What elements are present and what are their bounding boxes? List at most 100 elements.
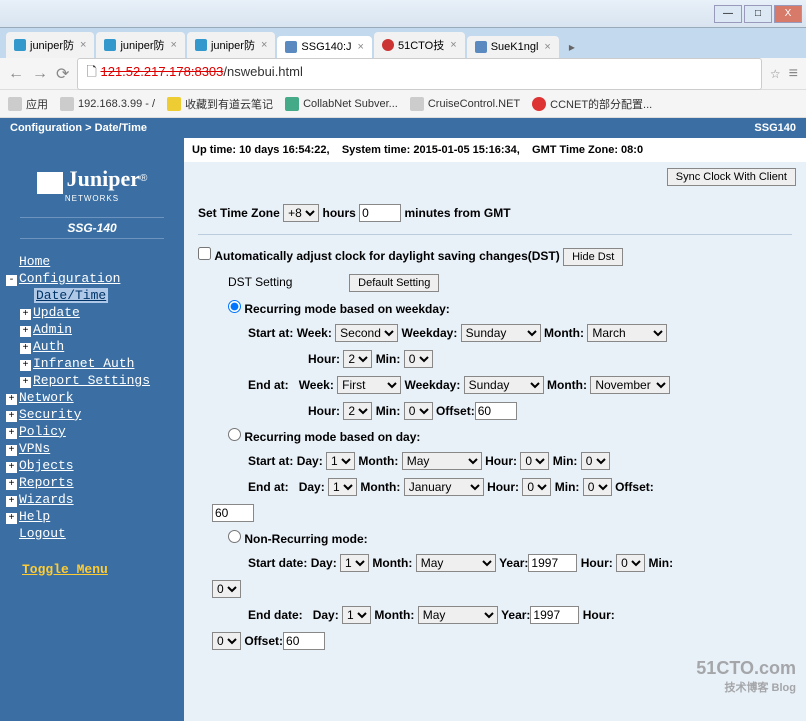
nav-infranet[interactable]: Infranet Auth — [33, 356, 134, 371]
tz-hours-select[interactable]: +8 — [283, 204, 319, 222]
toggle-menu-link[interactable]: Toggle Menu — [22, 562, 108, 577]
default-setting-button[interactable] — [349, 274, 439, 292]
non-start-day[interactable]: 1 — [340, 554, 369, 572]
tab-juniper-1[interactable]: juniper防× — [6, 32, 94, 58]
window-maximize[interactable]: □ — [744, 5, 772, 23]
expand-icon[interactable]: + — [6, 496, 17, 507]
back-button[interactable]: ← — [8, 65, 24, 83]
offset-input[interactable] — [475, 402, 517, 420]
window-close[interactable]: X — [774, 5, 802, 23]
bookmark-cruise[interactable]: CruiseControl.NET — [410, 97, 520, 111]
nav-policy[interactable]: Policy — [19, 424, 66, 439]
sync-clock-button[interactable] — [667, 168, 796, 186]
apps-button[interactable]: 应用 — [8, 96, 48, 112]
start-min-select[interactable]: 0 — [404, 350, 433, 368]
tab-ssg140[interactable]: SSG140:J× — [277, 36, 372, 58]
expand-icon[interactable]: + — [6, 445, 17, 456]
close-icon[interactable]: × — [171, 39, 177, 51]
nav-reports[interactable]: Reports — [19, 475, 74, 490]
non-start-hour[interactable]: 0 — [616, 554, 645, 572]
non-end-year[interactable] — [530, 606, 579, 624]
nav-vpns[interactable]: VPNs — [19, 441, 50, 456]
nav-help[interactable]: Help — [19, 509, 50, 524]
non-offset-input[interactable] — [283, 632, 325, 650]
close-icon[interactable]: × — [261, 39, 267, 51]
nav-home[interactable]: Home — [19, 254, 50, 269]
start-weekday-select[interactable]: Sunday — [461, 324, 541, 342]
expand-icon[interactable]: + — [6, 462, 17, 473]
day-offset-input[interactable] — [212, 504, 254, 522]
nav-objects[interactable]: Objects — [19, 458, 74, 473]
expand-icon[interactable]: + — [6, 428, 17, 439]
url-input[interactable]: 🗋 121.52.217.178:8303/nswebui.html — [77, 58, 761, 90]
close-icon[interactable]: × — [358, 41, 364, 53]
mode-weekday-radio[interactable] — [228, 300, 241, 313]
expand-icon[interactable]: + — [20, 360, 31, 371]
start-month-select[interactable]: March — [587, 324, 667, 342]
day-end-day[interactable]: 1 — [328, 478, 357, 496]
bookmark-star-icon[interactable]: ☆ — [770, 67, 781, 81]
non-start-min[interactable]: 0 — [212, 580, 241, 598]
start-week-select[interactable]: Second — [335, 324, 398, 342]
expand-icon[interactable]: + — [20, 326, 31, 337]
nav-auth[interactable]: Auth — [33, 339, 64, 354]
nav-admin[interactable]: Admin — [33, 322, 72, 337]
day-start-hour[interactable]: 0 — [520, 452, 549, 470]
nav-report-settings[interactable]: Report Settings — [33, 373, 150, 388]
day-end-month[interactable]: January — [404, 478, 484, 496]
nav-datetime[interactable]: Date/Time — [34, 288, 108, 303]
tz-minutes-input[interactable] — [359, 204, 401, 222]
expand-icon[interactable]: + — [20, 377, 31, 388]
tab-juniper-3[interactable]: juniper防× — [187, 32, 275, 58]
bookmark-youdao[interactable]: 收藏到有道云笔记 — [167, 96, 273, 112]
end-hour-select[interactable]: 2 — [343, 402, 372, 420]
bookmark-ip[interactable]: 192.168.3.99 - / — [60, 97, 155, 111]
expand-icon[interactable]: + — [6, 394, 17, 405]
tab-juniper-2[interactable]: juniper防× — [96, 32, 184, 58]
mode-day-radio[interactable] — [228, 428, 241, 441]
hide-dst-button[interactable] — [563, 248, 623, 266]
end-min-select[interactable]: 0 — [404, 402, 433, 420]
expand-icon[interactable]: + — [6, 411, 17, 422]
day-end-hour[interactable]: 0 — [522, 478, 551, 496]
end-weekday-select[interactable]: Sunday — [464, 376, 544, 394]
close-icon[interactable]: × — [450, 39, 456, 51]
expand-icon[interactable]: + — [20, 309, 31, 320]
day-start-month[interactable]: May — [402, 452, 482, 470]
expand-icon[interactable]: + — [6, 479, 17, 490]
non-end-day[interactable]: 1 — [342, 606, 371, 624]
day-start-min[interactable]: 0 — [581, 452, 610, 470]
nav-network[interactable]: Network — [19, 390, 74, 405]
nav-security[interactable]: Security — [19, 407, 81, 422]
end-month-select[interactable]: November — [590, 376, 670, 394]
new-tab-button[interactable]: ▸ — [561, 36, 583, 58]
reload-button[interactable]: ⟳ — [56, 64, 69, 84]
forward-button[interactable]: → — [32, 65, 48, 83]
collapse-icon[interactable]: - — [6, 275, 17, 286]
bookmark-ccnet[interactable]: CCNET的部分配置... — [532, 96, 652, 112]
start-hour-select[interactable]: 2 — [343, 350, 372, 368]
close-icon[interactable]: × — [80, 39, 86, 51]
day-end-min[interactable]: 0 — [583, 478, 612, 496]
non-start-year[interactable] — [528, 554, 577, 572]
window-minimize[interactable]: — — [714, 5, 742, 23]
tab-51cto[interactable]: 51CTO技× — [374, 32, 465, 58]
non-start-month[interactable]: May — [416, 554, 496, 572]
breadcrumb: Configuration > Date/Time SSG140 — [0, 118, 806, 138]
end-week-select[interactable]: First — [337, 376, 401, 394]
non-end-hour[interactable]: 0 — [212, 632, 241, 650]
day-start-day[interactable]: 1 — [326, 452, 355, 470]
menu-icon[interactable]: ≡ — [789, 65, 798, 83]
nav-wizards[interactable]: Wizards — [19, 492, 74, 507]
nav-logout[interactable]: Logout — [19, 526, 66, 541]
expand-icon[interactable]: + — [20, 343, 31, 354]
nav-update[interactable]: Update — [33, 305, 80, 320]
dst-auto-checkbox[interactable] — [198, 247, 211, 260]
nav-configuration[interactable]: Configuration — [19, 271, 120, 286]
bookmark-collabnet[interactable]: CollabNet Subver... — [285, 97, 398, 111]
mode-non-radio[interactable] — [228, 530, 241, 543]
non-end-month[interactable]: May — [418, 606, 498, 624]
tab-suek[interactable]: SueK1ngl× — [467, 36, 559, 58]
close-icon[interactable]: × — [544, 41, 550, 53]
expand-icon[interactable]: + — [6, 513, 17, 524]
